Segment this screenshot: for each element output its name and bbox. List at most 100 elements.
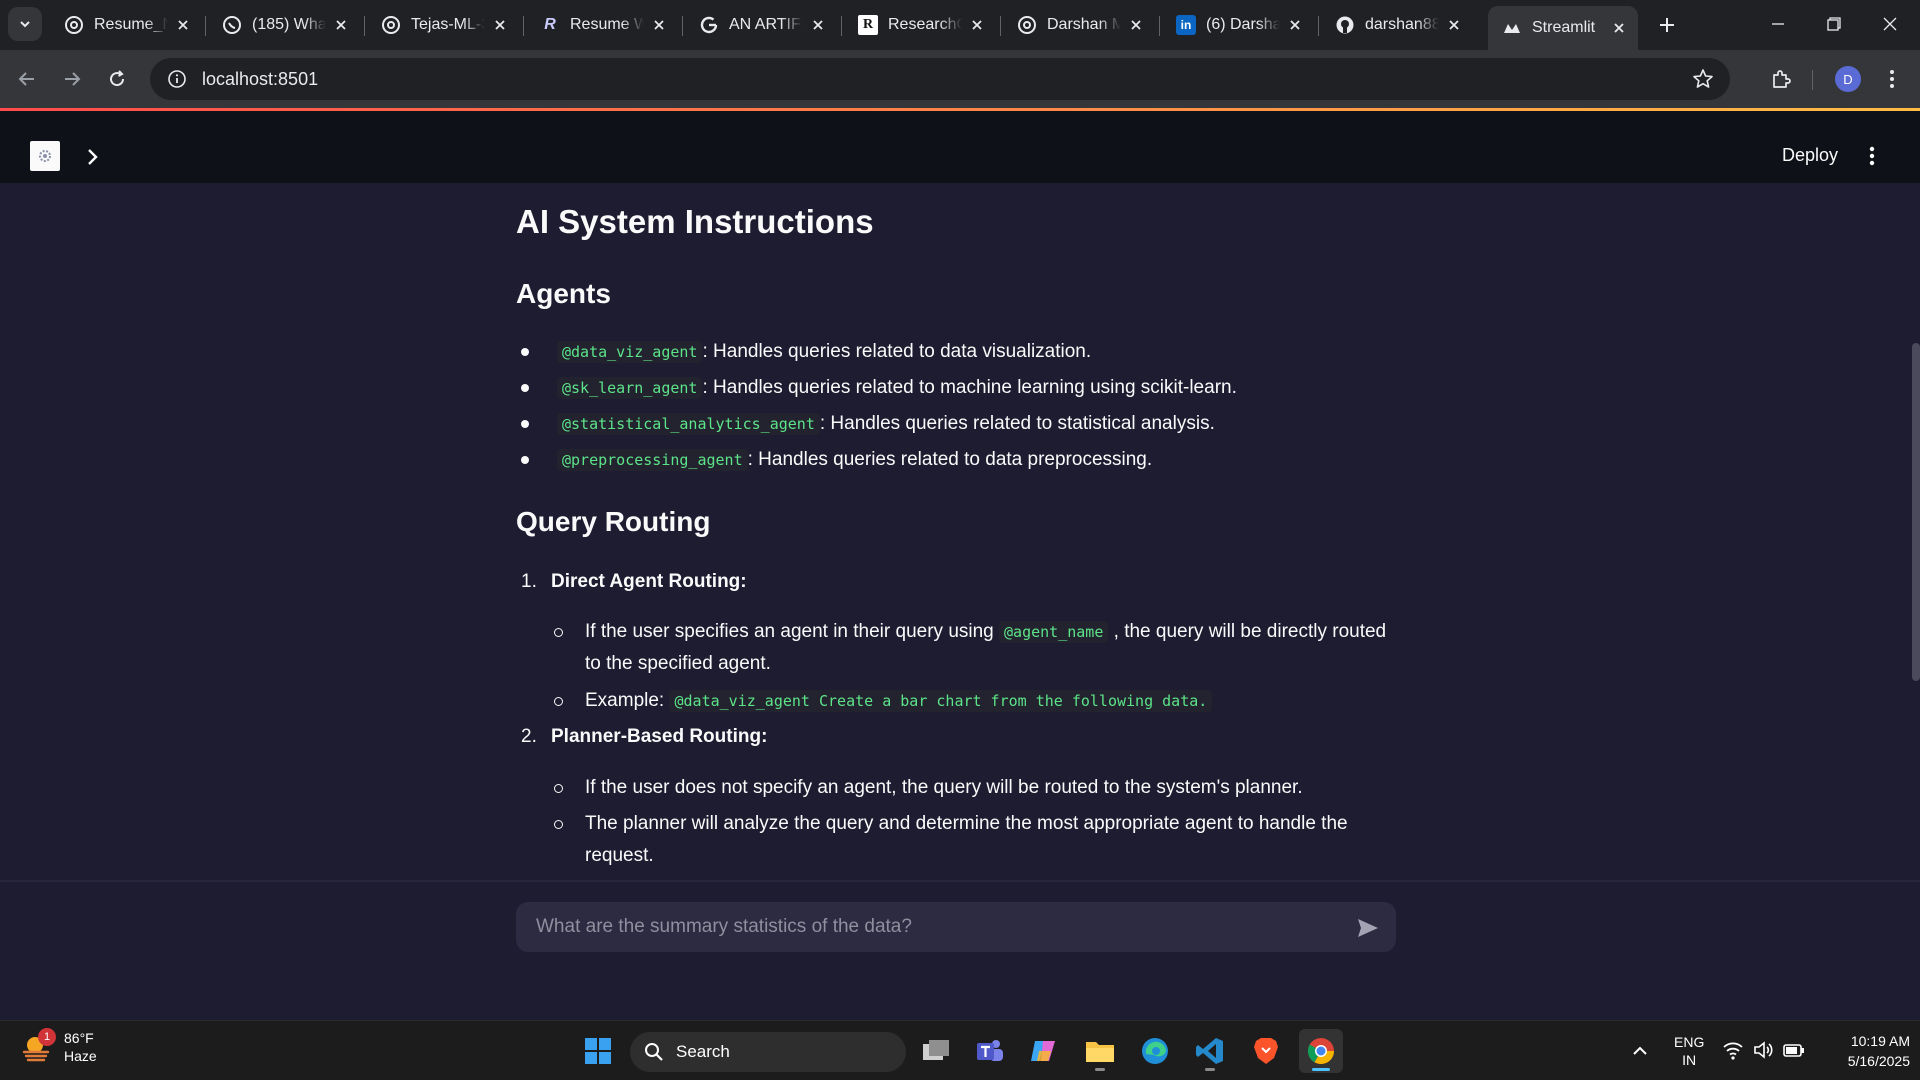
input-language[interactable]: ENG IN xyxy=(1674,1033,1704,1069)
close-icon xyxy=(1883,17,1897,31)
edge-app[interactable] xyxy=(1133,1029,1177,1073)
browser-tab[interactable]: AN ARTIFIC xyxy=(685,6,837,44)
windows-icon xyxy=(585,1038,611,1064)
scrollbar-thumb[interactable] xyxy=(1912,343,1920,681)
close-icon[interactable] xyxy=(1610,19,1628,37)
task-view-icon xyxy=(923,1040,949,1060)
back-button[interactable] xyxy=(10,62,44,96)
wifi-icon xyxy=(1723,1042,1743,1060)
brave-app[interactable] xyxy=(1244,1029,1288,1073)
close-icon[interactable] xyxy=(1286,16,1304,34)
bullet-icon xyxy=(554,628,563,637)
browser-tab[interactable]: Tejas-ML-3 xyxy=(367,6,519,44)
close-icon[interactable] xyxy=(174,16,192,34)
site-info-icon[interactable] xyxy=(156,58,198,100)
browser-tab[interactable]: darshan88 xyxy=(1321,6,1473,44)
copilot-app[interactable] xyxy=(1022,1029,1066,1073)
tab-title: (6) Darsha xyxy=(1206,16,1280,33)
tab-title: darshan88 xyxy=(1365,16,1439,33)
inline-code: @agent_name xyxy=(999,621,1109,643)
browser-tab-active[interactable]: Streamlit xyxy=(1488,6,1638,50)
reload-button[interactable] xyxy=(100,62,134,96)
clock[interactable]: 10:19 AM 5/16/2025 xyxy=(1820,1031,1910,1071)
address-bar[interactable]: localhost:8501 xyxy=(150,58,1730,100)
send-button[interactable] xyxy=(1354,914,1382,942)
taskbar-search[interactable]: Search xyxy=(630,1032,906,1072)
plus-icon xyxy=(1660,18,1674,32)
browser-tab[interactable]: in (6) Darsha xyxy=(1162,6,1314,44)
close-icon[interactable] xyxy=(491,16,509,34)
deploy-button[interactable]: Deploy xyxy=(1760,135,1860,175)
chrome-icon xyxy=(1307,1038,1335,1065)
file-explorer-app[interactable] xyxy=(1078,1029,1122,1073)
agent-code: @statistical_analytics_agent xyxy=(557,413,820,435)
close-icon[interactable] xyxy=(332,16,350,34)
browser-tab[interactable]: R ResearchG xyxy=(844,6,996,44)
browser-tab[interactable]: (185) What xyxy=(208,6,360,44)
bullet-icon xyxy=(554,820,563,829)
minimize-button[interactable] xyxy=(1750,0,1806,48)
sidebar-expand-button[interactable] xyxy=(80,145,104,169)
streamlit-icon xyxy=(1502,18,1522,38)
volume-icon xyxy=(1754,1041,1773,1059)
browser-tab[interactable]: Darshan M xyxy=(1003,6,1155,44)
restore-icon xyxy=(1827,17,1841,31)
puzzle-icon xyxy=(1773,70,1791,88)
close-icon[interactable] xyxy=(1445,16,1463,34)
lang-code: ENG xyxy=(1674,1034,1705,1050)
browser-tab[interactable]: Resume_N xyxy=(50,6,202,44)
close-window-button[interactable] xyxy=(1862,0,1918,48)
forward-button[interactable] xyxy=(55,62,89,96)
system-tray[interactable] xyxy=(1722,1039,1806,1061)
weather-widget[interactable]: 1 86°F Haze xyxy=(20,1028,97,1065)
vscode-app[interactable] xyxy=(1188,1029,1232,1073)
step-number: 1. xyxy=(521,571,537,592)
agent-description: : Handles queries related to statistical… xyxy=(819,413,1215,434)
tab-search-button[interactable] xyxy=(8,7,42,41)
agent-code: @preprocessing_agent xyxy=(557,449,748,471)
restore-button[interactable] xyxy=(1806,0,1862,48)
bullet-icon xyxy=(521,456,529,464)
agent-code: @data_viz_agent xyxy=(557,341,703,363)
show-hidden-icons-button[interactable] xyxy=(1628,1039,1652,1063)
notification-badge: 1 xyxy=(38,1028,56,1046)
browser-toolbar: localhost:8501 xyxy=(0,50,1920,108)
browser-tab[interactable]: R Resume W xyxy=(526,6,678,44)
openai-icon xyxy=(381,15,401,35)
agent-description: : Handles queries related to data visual… xyxy=(702,341,1092,362)
close-icon[interactable] xyxy=(968,16,986,34)
profile-avatar[interactable]: D xyxy=(1835,66,1861,92)
bookmark-star-icon[interactable] xyxy=(1692,68,1714,90)
app-menu-button[interactable] xyxy=(1858,141,1886,171)
teams-app[interactable] xyxy=(968,1029,1012,1073)
tab-title: Tejas-ML-3 xyxy=(411,16,485,33)
task-view-button[interactable] xyxy=(914,1029,958,1073)
search-label: Search xyxy=(676,1042,730,1061)
close-icon[interactable] xyxy=(809,16,827,34)
close-icon[interactable] xyxy=(650,16,668,34)
tab-title: Darshan M xyxy=(1047,16,1121,33)
bullet-icon xyxy=(554,697,563,706)
tab-title: Streamlit xyxy=(1532,19,1596,36)
list-item-text: The planner will analyze the query and d… xyxy=(585,813,1348,866)
weather-desc: Haze xyxy=(64,1048,97,1064)
browser-menu-button[interactable] xyxy=(1880,62,1904,96)
close-icon[interactable] xyxy=(1127,16,1145,34)
list-item: @preprocessing_agent : Handles queries r… xyxy=(516,443,1152,477)
extensions-button[interactable] xyxy=(1764,62,1798,96)
arrow-right-icon xyxy=(65,72,81,86)
list-item: If the user specifies an agent in their … xyxy=(516,616,1396,680)
start-button[interactable] xyxy=(576,1029,620,1073)
agent-description: : Handles queries related to machine lea… xyxy=(702,377,1237,398)
list-item: If the user does not specify an agent, t… xyxy=(516,772,1396,804)
routing-step: 1. Direct Agent Routing: xyxy=(521,565,747,599)
minimize-icon xyxy=(1772,23,1784,25)
new-tab-button[interactable] xyxy=(1652,10,1682,40)
browser-tab-strip: Resume_N (185) What Tejas-ML-3 R Resume … xyxy=(0,0,1920,50)
chevron-down-icon xyxy=(20,21,30,28)
brave-icon xyxy=(1254,1038,1278,1064)
chrome-app[interactable] xyxy=(1299,1029,1343,1073)
chat-input[interactable] xyxy=(516,916,1336,938)
whatsapp-icon xyxy=(222,15,242,35)
lang-region: IN xyxy=(1682,1052,1697,1068)
